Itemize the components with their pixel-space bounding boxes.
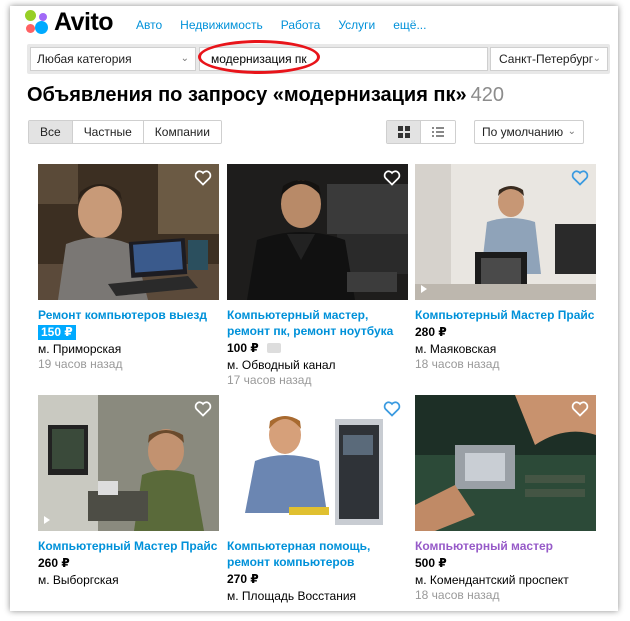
grid-view-icon [397,126,410,138]
chevron-down-icon: ⌄ [592,53,601,64]
results-title: Объявления по запросу «модернизация пк» [27,84,467,106]
favorite-heart-icon[interactable] [383,170,401,186]
listing-title[interactable]: Компьютерный Мастер Прайс [38,538,219,554]
search-bar: Любая категория ⌄ модернизация пк Санкт-… [27,40,610,74]
listing-price: 150 ₽ [38,325,76,340]
sort-select-value: По умолчанию [482,125,564,139]
listing-title[interactable]: Компьютерный мастер, ремонт пк, ремонт н… [227,307,408,339]
listing-photo[interactable] [415,395,596,531]
listing-location: м. Приморская [38,342,122,356]
listing-card[interactable]: Компьютерный Мастер Прайс 280 ₽ м. Маяко… [415,164,596,372]
grid-view-button[interactable] [387,121,421,143]
listing-price: 260 ₽ [38,556,70,570]
favorite-heart-icon[interactable] [571,170,589,186]
listing-price: 500 ₽ [415,556,447,570]
listing-photo[interactable] [38,395,219,531]
page-title: Объявления по запросу «модернизация пк» 4… [27,84,504,107]
favorite-heart-icon[interactable] [571,401,589,417]
listing-card[interactable]: Ремонт компьютеров выезд 150 ₽ м. Примор… [38,164,219,372]
listing-location: м. Обводный канал [227,358,336,372]
listing-title[interactable]: Ремонт компьютеров выезд [38,307,219,323]
nav-link-auto[interactable]: Авто [136,18,162,32]
listing-photo[interactable] [227,164,408,300]
logo-text: Avito [54,7,114,36]
photo-man-talking [227,164,408,300]
listing-time: 19 часов назад [38,357,123,371]
listing-photo[interactable] [38,164,219,300]
listing-location: м. Комендантский проспект [415,573,569,587]
photo-man-with-tower-pc [227,395,408,531]
message-icon [266,342,281,353]
listing-title[interactable]: Компьютерный мастер [415,538,596,554]
nav-link-services[interactable]: Услуги [338,18,375,32]
listing-photo[interactable] [227,395,408,531]
favorite-heart-icon[interactable] [194,401,212,417]
listing-card[interactable]: Компьютерная помощь, ремонт компьютеров … [227,395,408,604]
listing-card[interactable]: Компьютерный мастер 500 ₽ м. Комендантск… [415,395,596,603]
avito-logo[interactable]: Avito [25,7,114,36]
results-count: 420 [470,84,505,106]
nav-link-more[interactable]: ещё... [393,18,426,32]
listing-card[interactable]: Компьютерный Мастер Прайс 260 ₽ м. Выбор… [38,395,219,588]
listing-location: м. Маяковская [415,342,497,356]
listing-time: 18 часов назад [415,588,500,602]
sort-select[interactable]: По умолчанию ⌄ [474,120,584,144]
listing-title[interactable]: Компьютерная помощь, ремонт компьютеров [227,538,408,570]
search-input[interactable]: модернизация пк [198,40,488,74]
nav-link-jobs[interactable]: Работа [281,18,321,32]
nav-link-realty[interactable]: Недвижимость [180,18,263,32]
top-navigation: Авто Недвижимость Работа Услуги ещё... [136,18,444,32]
city-select-value: Санкт-Петербург [499,52,594,66]
listing-title[interactable]: Компьютерный Мастер Прайс [415,307,596,323]
listing-time: 17 часов назад [227,373,312,387]
favorite-heart-icon[interactable] [383,401,401,417]
logo-dots-icon [25,10,49,34]
filter-all[interactable]: Все [29,121,73,143]
listing-photo[interactable] [415,164,596,300]
photo-hands-motherboard [415,395,596,531]
city-select[interactable]: Санкт-Петербург ⌄ [490,47,608,71]
chevron-down-icon: ⌄ [567,126,576,137]
view-mode-toggle [386,120,456,144]
photo-man-at-laptop [38,164,219,300]
listing-card[interactable]: Компьютерный мастер, ремонт пк, ремонт н… [227,164,408,388]
video-play-icon [421,285,427,293]
favorite-heart-icon[interactable] [194,170,212,186]
listing-price: 270 ₽ [227,572,259,586]
search-input-value: модернизация пк [211,52,307,66]
list-view-icon [432,127,444,137]
chevron-down-icon: ⌄ [180,53,189,64]
listing-price: 100 ₽ [227,341,259,355]
seller-type-filter: Все Частные Компании [28,120,222,144]
list-view-button[interactable] [421,121,455,143]
listing-time: 18 часов назад [415,357,500,371]
video-play-icon [44,516,50,524]
category-select[interactable]: Любая категория ⌄ [30,47,196,71]
photo-man-with-pc-case [415,164,596,300]
filter-companies[interactable]: Компании [143,121,221,143]
listing-price: 280 ₽ [415,325,447,339]
filter-private[interactable]: Частные [72,121,144,143]
listing-location: м. Выборгская [38,573,119,587]
category-select-value: Любая категория [37,52,132,66]
listing-location: м. Площадь Восстания [227,589,357,603]
photo-man-at-workbench [38,395,219,531]
